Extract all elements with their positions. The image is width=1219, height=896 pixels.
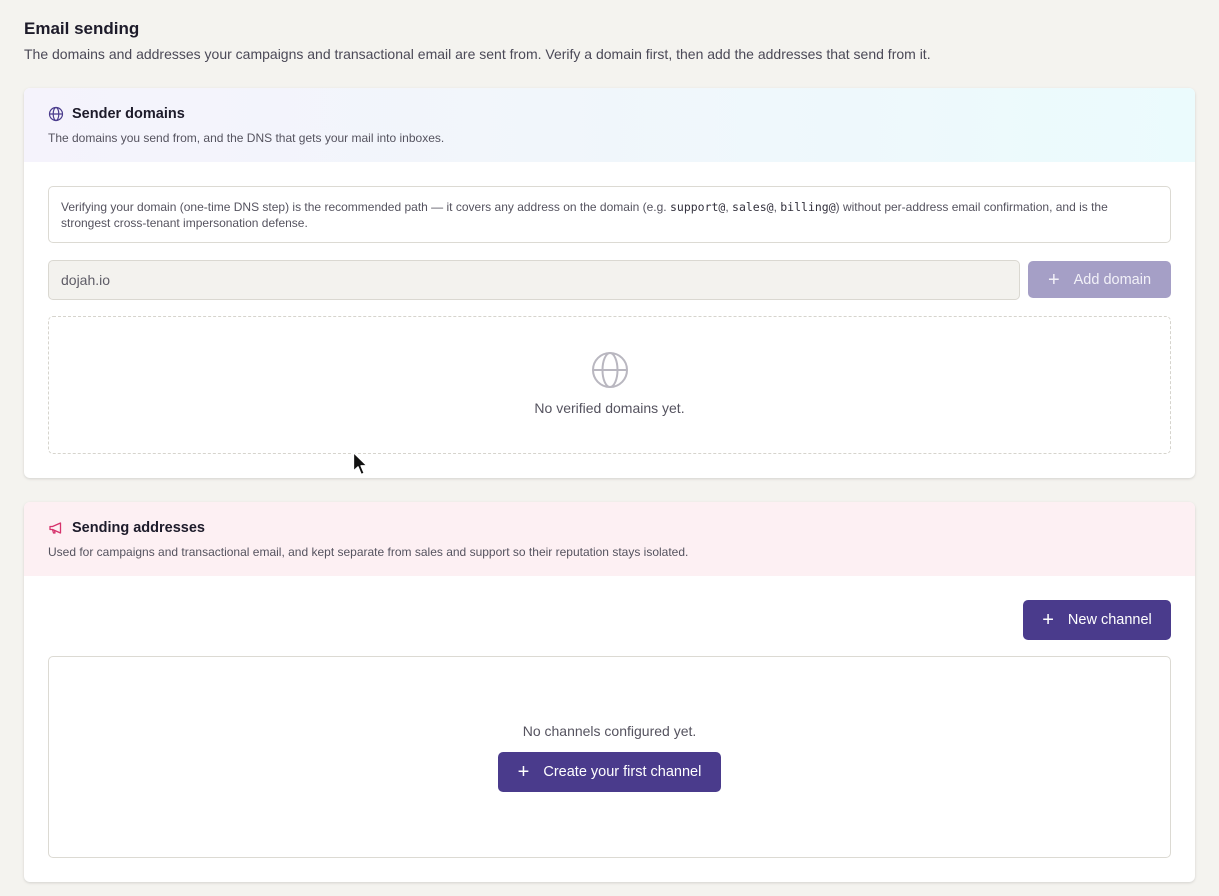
channels-empty-text: No channels configured yet. <box>522 723 697 739</box>
sender-domains-card: Sender domains The domains you send from… <box>24 88 1195 478</box>
page-title: Email sending <box>24 19 140 38</box>
page-subtitle: The domains and addresses your campaigns… <box>24 46 931 62</box>
sender-domains-title: Sender domains <box>72 106 185 122</box>
sending-addresses-title: Sending addresses <box>72 520 205 536</box>
globe-icon <box>590 350 630 390</box>
sending-addresses-header: Sending addresses Used for campaigns and… <box>24 502 1195 576</box>
page-header: Email sending The domains and addresses … <box>24 18 1195 63</box>
megaphone-icon <box>48 520 64 536</box>
code-billing: billing@ <box>780 200 836 214</box>
add-domain-button[interactable]: + Add domain <box>1028 261 1171 298</box>
new-channel-button[interactable]: + New channel <box>1023 600 1171 640</box>
info-text-start: Verifying your domain (one-time DNS step… <box>61 200 670 214</box>
plus-icon: + <box>1047 268 1060 291</box>
add-domain-label: Add domain <box>1073 271 1152 288</box>
mouse-cursor-icon <box>352 451 368 476</box>
sender-domains-description: The domains you send from, and the DNS t… <box>48 131 445 145</box>
domain-input[interactable] <box>48 260 1020 300</box>
plus-icon: + <box>1042 609 1054 631</box>
sending-addresses-card: Sending addresses Used for campaigns and… <box>24 502 1195 882</box>
sender-domains-header: Sender domains The domains you send from… <box>24 88 1195 162</box>
channels-empty-state: No channels configured yet. + Create you… <box>48 656 1171 858</box>
sending-addresses-description: Used for campaigns and transactional ema… <box>48 545 689 559</box>
domains-empty-text: No verified domains yet. <box>534 400 685 416</box>
create-first-channel-button[interactable]: + Create your first channel <box>498 752 721 792</box>
code-sales: sales@ <box>732 200 774 214</box>
domain-verification-info: Verifying your domain (one-time DNS step… <box>48 186 1171 243</box>
create-first-channel-label: Create your first channel <box>543 764 702 780</box>
code-support: support@ <box>669 200 726 214</box>
globe-icon <box>48 106 64 122</box>
plus-icon: + <box>517 761 530 783</box>
new-channel-label: New channel <box>1067 612 1152 628</box>
domains-empty-state: No verified domains yet. <box>48 316 1171 454</box>
